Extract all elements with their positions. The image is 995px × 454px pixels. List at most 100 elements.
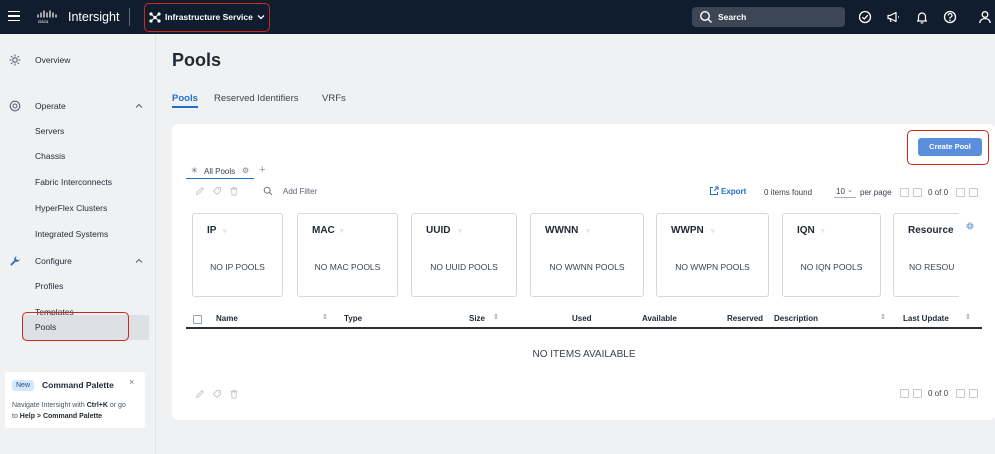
sidebar-item-label: Profiles [35, 281, 64, 291]
collapse-icon[interactable] [966, 222, 974, 230]
filter-icon[interactable]: ▿ [223, 227, 227, 235]
pool-tile-mac[interactable]: MAC ▿ NO MAC POOLS [297, 213, 398, 297]
sidebar-item-label: Pools [35, 322, 57, 332]
export-button[interactable]: Export [721, 187, 746, 196]
edit-icon[interactable] [195, 389, 205, 399]
sidebar-item-chassis[interactable]: Chassis [0, 146, 156, 166]
column-header-available[interactable]: Available [642, 314, 677, 323]
tile-empty-text: NO UUID POOLS [430, 262, 498, 272]
sidebar-section-label: Configure [35, 256, 72, 266]
create-pool-button[interactable]: Create Pool [918, 138, 982, 156]
filter-input[interactable]: Add Filter [283, 187, 317, 196]
star-icon[interactable]: ✳ [191, 166, 198, 175]
divider [129, 8, 130, 26]
sidebar-item-overview[interactable]: Overview [0, 50, 156, 70]
column-header-last-update[interactable]: Last Update [903, 314, 949, 323]
command-palette-title: Command Palette [42, 380, 114, 390]
tag-icon[interactable] [212, 389, 222, 399]
first-page-button[interactable] [900, 188, 909, 197]
column-header-type[interactable]: Type [344, 314, 362, 323]
operate-icon [9, 100, 21, 112]
tile-empty-text: NO RESOU [909, 262, 955, 272]
next-page-button[interactable] [956, 188, 965, 197]
close-icon[interactable]: × [129, 377, 134, 387]
user-icon[interactable] [978, 10, 992, 24]
add-tab-button[interactable]: + [259, 164, 265, 176]
sidebar-item-label: Chassis [35, 151, 66, 161]
column-header-name[interactable]: Name [216, 314, 238, 323]
pool-tile-resource[interactable]: Resource NO RESOU [893, 213, 959, 297]
tab-vrfs[interactable]: VRFs [322, 93, 346, 104]
chevron-up-icon[interactable] [135, 102, 143, 110]
pool-tile-uuid[interactable]: UUID ▿ NO UUID POOLS [411, 213, 517, 297]
bell-icon[interactable] [915, 10, 929, 24]
first-page-button[interactable] [900, 389, 909, 398]
tile-empty-text: NO MAC POOLS [314, 262, 381, 272]
filter-icon[interactable]: ▿ [340, 227, 344, 235]
tile-title: Resource [908, 225, 954, 236]
delete-icon[interactable] [229, 186, 239, 196]
sidebar-item-integrated-systems[interactable]: Integrated Systems [0, 224, 156, 244]
filter-icon[interactable]: ▿ [711, 227, 715, 235]
column-header-size[interactable]: Size [469, 314, 485, 323]
sidebar-item-label: Fabric Interconnects [35, 177, 113, 187]
column-header-used[interactable]: Used [572, 314, 592, 323]
previous-page-button[interactable] [913, 389, 922, 398]
sort-icon[interactable]: ⇕ [493, 313, 499, 321]
pool-tile-iqn[interactable]: IQN ▿ NO IQN POOLS [782, 213, 881, 297]
sidebar-item-fabric-interconnects[interactable]: Fabric Interconnects [0, 172, 156, 192]
chevron-up-icon[interactable] [135, 257, 143, 265]
items-found-count: 0 items found [764, 188, 813, 197]
service-selector[interactable]: Infrastructure Service [144, 3, 270, 32]
tile-title: MAC [312, 225, 335, 236]
tile-title: WWPN [671, 225, 704, 236]
sidebar-section-configure[interactable]: Configure [0, 251, 156, 271]
filter-icon[interactable]: ▿ [458, 227, 462, 235]
per-page-value: 10 [836, 187, 845, 196]
next-page-button[interactable] [956, 389, 965, 398]
megaphone-icon[interactable] [886, 10, 900, 24]
edit-icon[interactable] [195, 186, 205, 196]
delete-icon[interactable] [229, 389, 239, 399]
select-all-checkbox[interactable] [193, 315, 202, 324]
last-page-button[interactable] [969, 188, 978, 197]
tile-empty-text: NO IQN POOLS [800, 262, 863, 272]
filter-icon[interactable]: ▿ [586, 227, 590, 235]
column-header-reserved[interactable]: Reserved [727, 314, 763, 323]
command-palette-card: New Command Palette × Navigate Intersigh… [5, 372, 145, 428]
export-icon[interactable] [709, 186, 719, 196]
check-circle-icon[interactable] [858, 10, 872, 24]
pool-tile-ip[interactable]: IP ▿ NO IP POOLS [192, 213, 283, 297]
command-palette-text: to Help > Command Palette [12, 413, 103, 420]
last-page-button[interactable] [969, 389, 978, 398]
sidebar-item-profiles[interactable]: Profiles [0, 276, 156, 296]
tile-empty-text: NO WWPN POOLS [675, 262, 750, 272]
sort-icon[interactable]: ⇕ [880, 313, 886, 321]
sidebar-section-operate[interactable]: Operate [0, 96, 156, 116]
tile-clip: Resource NO RESOU [893, 213, 959, 297]
pool-tile-wwnn[interactable]: WWNN ▿ NO WWNN POOLS [530, 213, 644, 297]
sort-icon[interactable]: ⇕ [965, 313, 971, 321]
sidebar-item-hyperflex-clusters[interactable]: HyperFlex Clusters [0, 198, 156, 218]
gear-icon[interactable]: ⚙ [242, 166, 249, 175]
sort-icon[interactable]: ⇕ [322, 313, 328, 321]
filter-icon[interactable]: ▿ [821, 227, 825, 235]
tab-pools[interactable]: Pools [172, 93, 198, 104]
tab-all-pools[interactable]: ✳ All Pools ⚙ [186, 164, 254, 179]
tile-title: UUID [426, 225, 451, 236]
page-title: Pools [172, 50, 222, 70]
help-icon[interactable] [943, 10, 957, 24]
previous-page-button[interactable] [913, 188, 922, 197]
sidebar-item-servers[interactable]: Servers [0, 121, 156, 141]
active-tab-indicator [172, 106, 198, 108]
global-search[interactable]: Search [692, 7, 845, 27]
per-page-select[interactable]: 10 ⌄ [834, 185, 856, 198]
table-header-divider [186, 327, 982, 329]
menu-icon[interactable] [8, 11, 20, 21]
service-label: Infrastructure Service [165, 12, 253, 22]
cisco-logo: cisco [37, 10, 57, 24]
column-header-description[interactable]: Description [774, 314, 818, 323]
tab-reserved-identifiers[interactable]: Reserved Identifiers [214, 93, 298, 104]
pool-tile-wwpn[interactable]: WWPN ▿ NO WWPN POOLS [656, 213, 769, 297]
tag-icon[interactable] [212, 186, 222, 196]
